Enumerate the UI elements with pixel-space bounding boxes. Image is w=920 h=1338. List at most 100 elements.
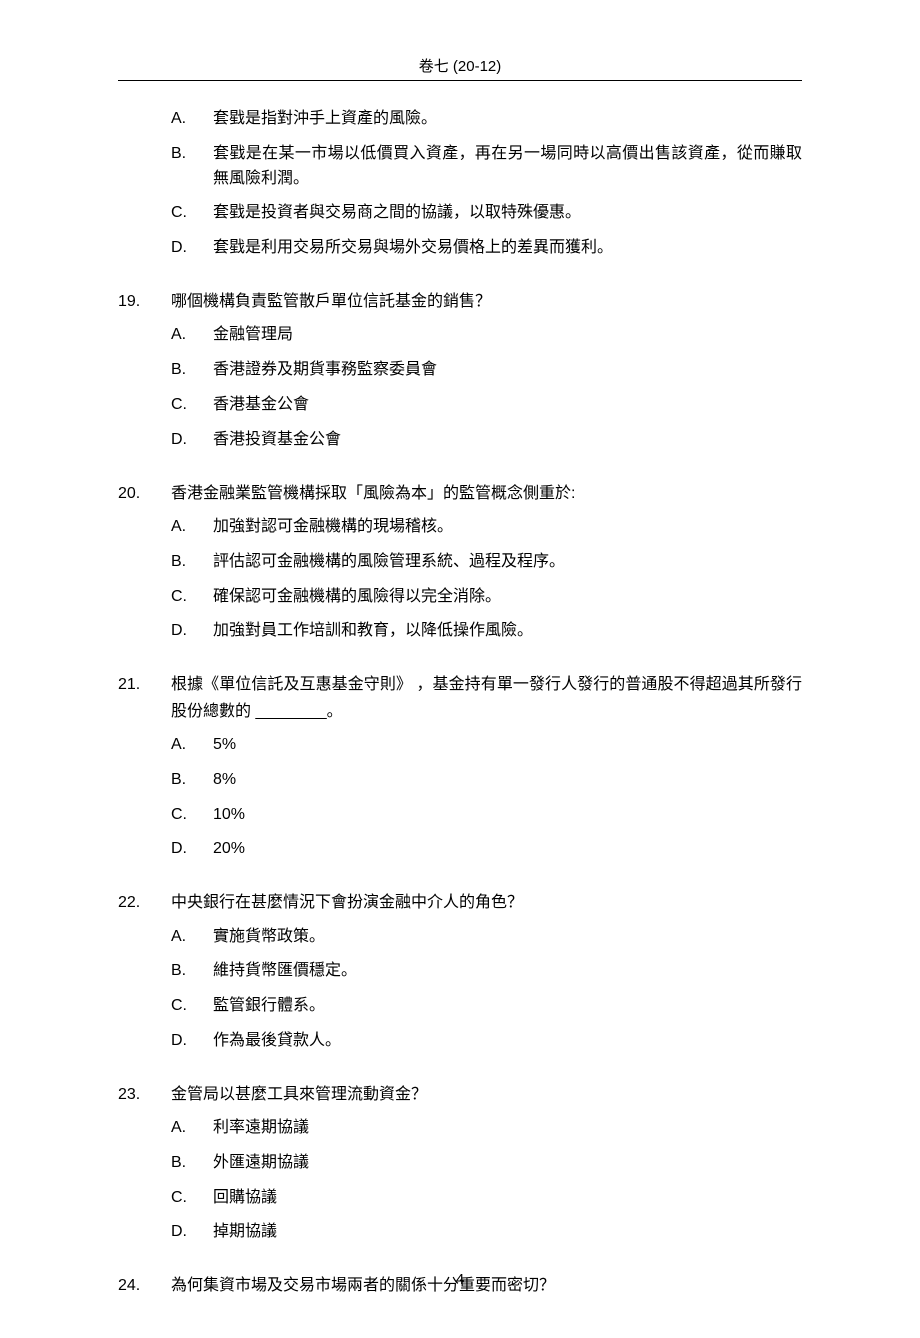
page: 卷七 (20-12) A. 套戥是指對沖手上資產的風險。 B. 套戥是在某一市場… (0, 0, 920, 1338)
option-row: B.評估認可金融機構的風險管理系統、過程及程序。 (171, 550, 802, 575)
option-row: D.掉期協議 (171, 1220, 802, 1245)
option-row: C.香港基金公會 (171, 393, 802, 418)
question-number: 21. (118, 672, 171, 725)
option-letter: C. (171, 585, 213, 610)
option-row: A.利率遠期協議 (171, 1116, 802, 1141)
option-text: 20% (213, 837, 802, 862)
option-text: 外匯遠期協議 (213, 1151, 802, 1176)
option-text: 加強對認可金融機構的現場稽核。 (213, 515, 802, 540)
question-stem: 哪個機構負責監管散戶單位信託基金的銷售？ (171, 289, 802, 315)
option-letter: B. (171, 550, 213, 575)
option-row: B.維持貨幣匯價穩定。 (171, 959, 802, 984)
option-letter: B. (171, 142, 213, 192)
option-text: 維持貨幣匯價穩定。 (213, 959, 802, 984)
options: A.實施貨幣政策。 B.維持貨幣匯價穩定。 C.監管銀行體系。 D.作為最後貸款… (171, 925, 802, 1054)
option-letter: C. (171, 994, 213, 1019)
option-row: C.監管銀行體系。 (171, 994, 802, 1019)
option-text: 套戥是指對沖手上資產的風險。 (213, 107, 802, 132)
option-text: 5% (213, 733, 802, 758)
option-row: A. 套戥是指對沖手上資產的風險。 (171, 107, 802, 132)
option-letter: A. (171, 925, 213, 950)
question-stem: 香港金融業監管機構採取「風險為本」的監管概念側重於: (171, 481, 802, 507)
option-text: 實施貨幣政策。 (213, 925, 802, 950)
option-text: 評估認可金融機構的風險管理系統、過程及程序。 (213, 550, 802, 575)
option-text: 香港投資基金公會 (213, 428, 802, 453)
question-number: 20. (118, 481, 171, 507)
option-letter: A. (171, 323, 213, 348)
options: A.利率遠期協議 B.外匯遠期協議 C.回購協議 D.掉期協議 (171, 1116, 802, 1245)
option-text: 利率遠期協議 (213, 1116, 802, 1141)
option-row: B.香港證券及期貨事務監察委員會 (171, 358, 802, 383)
option-row: B. 套戥是在某一市場以低價買入資產，再在另一場同時以高價出售該資產，從而賺取無… (171, 142, 802, 192)
option-text: 套戥是投資者與交易商之間的協議，以取特殊優惠。 (213, 201, 802, 226)
option-letter: B. (171, 959, 213, 984)
option-text: 加強對員工作培訓和教育，以降低操作風險。 (213, 619, 802, 644)
option-letter: C. (171, 201, 213, 226)
question-stem-row: 22. 中央銀行在甚麼情況下會扮演金融中介人的角色？ (118, 890, 802, 916)
option-text: 香港證券及期貨事務監察委員會 (213, 358, 802, 383)
question-stem: 金管局以甚麼工具來管理流動資金？ (171, 1082, 802, 1108)
option-row: D.加強對員工作培訓和教育，以降低操作風險。 (171, 619, 802, 644)
option-letter: A. (171, 1116, 213, 1141)
option-letter: A. (171, 515, 213, 540)
question-stem: 根據《單位信託及互惠基金守則》 ，基金持有單一發行人發行的普通股不得超過其所發行… (171, 672, 802, 725)
page-header: 卷七 (20-12) (118, 55, 802, 80)
option-text: 回購協議 (213, 1186, 802, 1211)
question-number: 22. (118, 890, 171, 916)
option-row: A.實施貨幣政策。 (171, 925, 802, 950)
option-text: 金融管理局 (213, 323, 802, 348)
option-letter: C. (171, 803, 213, 828)
option-text: 套戥是在某一市場以低價買入資產，再在另一場同時以高價出售該資產，從而賺取無風險利… (213, 142, 802, 192)
option-text: 10% (213, 803, 802, 828)
option-letter: B. (171, 358, 213, 383)
option-row: D. 套戥是利用交易所交易與場外交易價格上的差異而獲利。 (171, 236, 802, 261)
option-row: A.金融管理局 (171, 323, 802, 348)
option-row: C. 套戥是投資者與交易商之間的協議，以取特殊優惠。 (171, 201, 802, 226)
option-letter: A. (171, 107, 213, 132)
option-text: 作為最後貸款人。 (213, 1029, 802, 1054)
orphan-options: A. 套戥是指對沖手上資產的風險。 B. 套戥是在某一市場以低價買入資產，再在另… (171, 107, 802, 261)
option-letter: D. (171, 1029, 213, 1054)
question-20: 20. 香港金融業監管機構採取「風險為本」的監管概念側重於: A.加強對認可金融… (118, 481, 802, 645)
option-text: 套戥是利用交易所交易與場外交易價格上的差異而獲利。 (213, 236, 802, 261)
option-row: D.香港投資基金公會 (171, 428, 802, 453)
question-stem-row: 21. 根據《單位信託及互惠基金守則》 ，基金持有單一發行人發行的普通股不得超過… (118, 672, 802, 725)
question-21: 21. 根據《單位信託及互惠基金守則》 ，基金持有單一發行人發行的普通股不得超過… (118, 672, 802, 862)
option-row: C.回購協議 (171, 1186, 802, 1211)
question-stem-row: 19. 哪個機構負責監管散戶單位信託基金的銷售？ (118, 289, 802, 315)
page-number: 4 (0, 1271, 920, 1288)
option-text: 8% (213, 768, 802, 793)
option-row: B.外匯遠期協議 (171, 1151, 802, 1176)
option-letter: D. (171, 837, 213, 862)
question-19: 19. 哪個機構負責監管散戶單位信託基金的銷售？ A.金融管理局 B.香港證券及… (118, 289, 802, 453)
option-text: 確保認可金融機構的風險得以完全消除。 (213, 585, 802, 610)
question-stem-row: 20. 香港金融業監管機構採取「風險為本」的監管概念側重於: (118, 481, 802, 507)
option-text: 香港基金公會 (213, 393, 802, 418)
question-stem: 中央銀行在甚麼情況下會扮演金融中介人的角色？ (171, 890, 802, 916)
question-22: 22. 中央銀行在甚麼情況下會扮演金融中介人的角色？ A.實施貨幣政策。 B.維… (118, 890, 802, 1054)
option-text: 掉期協議 (213, 1220, 802, 1245)
question-number: 19. (118, 289, 171, 315)
option-row: D.20% (171, 837, 802, 862)
header-rule (118, 80, 802, 81)
option-letter: B. (171, 768, 213, 793)
option-letter: D. (171, 236, 213, 261)
option-letter: D. (171, 428, 213, 453)
question-stem-row: 23. 金管局以甚麼工具來管理流動資金？ (118, 1082, 802, 1108)
option-letter: A. (171, 733, 213, 758)
options: A.加強對認可金融機構的現場稽核。 B.評估認可金融機構的風險管理系統、過程及程… (171, 515, 802, 644)
option-row: A.5% (171, 733, 802, 758)
option-row: D.作為最後貸款人。 (171, 1029, 802, 1054)
option-row: A.加強對認可金融機構的現場稽核。 (171, 515, 802, 540)
option-letter: C. (171, 1186, 213, 1211)
option-row: C.10% (171, 803, 802, 828)
options: A.5% B.8% C.10% D.20% (171, 733, 802, 862)
option-letter: C. (171, 393, 213, 418)
option-letter: D. (171, 1220, 213, 1245)
question-number: 23. (118, 1082, 171, 1108)
option-letter: D. (171, 619, 213, 644)
option-row: B.8% (171, 768, 802, 793)
option-text: 監管銀行體系。 (213, 994, 802, 1019)
question-23: 23. 金管局以甚麼工具來管理流動資金？ A.利率遠期協議 B.外匯遠期協議 C… (118, 1082, 802, 1246)
options: A.金融管理局 B.香港證券及期貨事務監察委員會 C.香港基金公會 D.香港投資… (171, 323, 802, 452)
